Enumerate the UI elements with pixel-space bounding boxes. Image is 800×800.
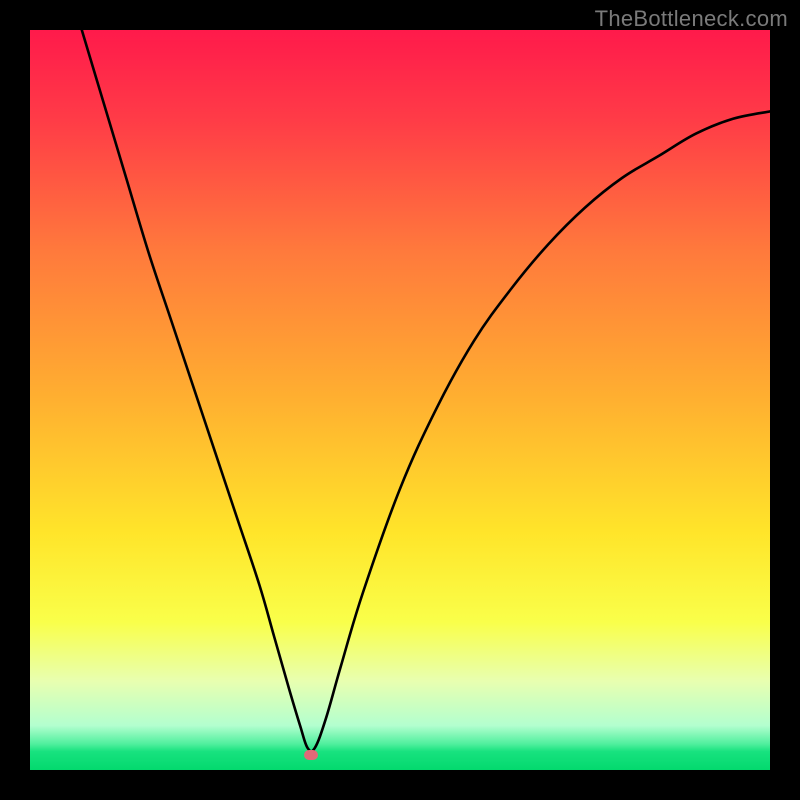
watermark-text: TheBottleneck.com (595, 6, 788, 32)
gradient-background (30, 30, 770, 770)
plot-area (30, 30, 770, 770)
vertex-marker (304, 750, 318, 760)
plot-svg (30, 30, 770, 770)
chart-frame: TheBottleneck.com (0, 0, 800, 800)
